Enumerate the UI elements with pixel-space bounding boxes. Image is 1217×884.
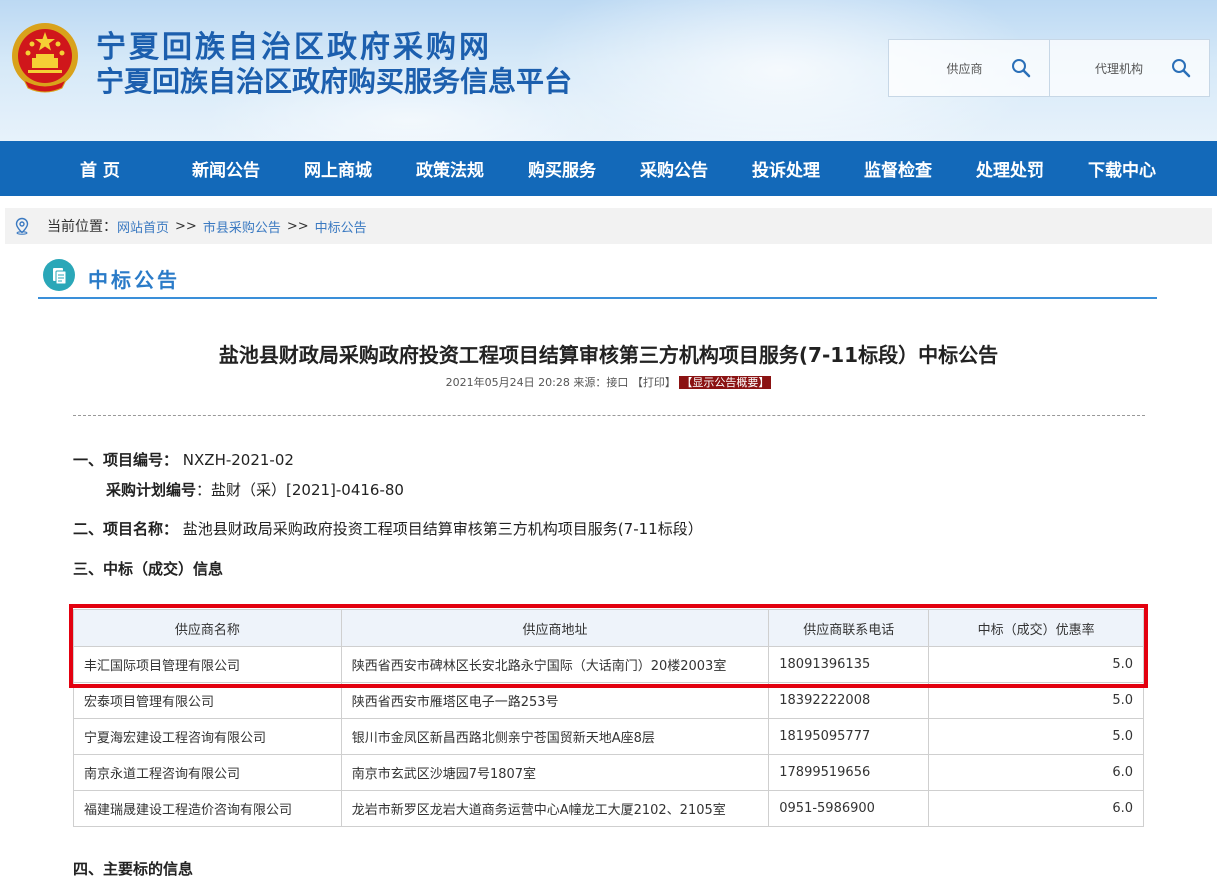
- project-name-label: 二、项目名称：: [73, 520, 179, 538]
- location-pin-icon: [15, 217, 29, 235]
- site-header: 宁夏回族自治区政府采购网 宁夏回族自治区政府购买服务信息平台 供应商 代理机构: [0, 0, 1217, 141]
- doc-date-source: 2021年05月24日 20:28 来源：接口: [445, 376, 629, 389]
- discount-rate-cell: 5.0: [928, 718, 1144, 755]
- plan-number-line: 采购计划编号：盐财（采）[2021]-0416-80: [106, 479, 404, 500]
- supplier-phone-cell: 0951-5986900: [768, 790, 930, 827]
- nav-item-home[interactable]: 首 页: [80, 156, 192, 181]
- table-row: 福建瑞晟建设工程造价咨询有限公司 龙岩市新罗区龙岩大道商务运营中心A幢龙工大厦2…: [73, 790, 1144, 827]
- breadcrumb: 当前位置： 网站首页 >> 市县采购公告 >> 中标公告: [5, 208, 1212, 244]
- supplier-address-cell: 南京市玄武区沙塘园7号1807室: [340, 754, 770, 791]
- nav-item-services[interactable]: 购买服务: [528, 156, 640, 181]
- show-summary-button[interactable]: 【显示公告概要】: [679, 376, 772, 389]
- search-icon[interactable]: [1171, 58, 1191, 78]
- discount-rate-cell: 6.0: [928, 790, 1144, 827]
- supplier-phone-cell: 17899519656: [768, 754, 930, 791]
- page-title: 盐池县财政局采购政府投资工程项目结算审核第三方机构项目服务(7-11标段）中标公…: [218, 343, 999, 367]
- plan-number-value: ：盐财（采）[2021]-0416-80: [196, 481, 404, 499]
- supplier-phone-cell: 18195095777: [768, 718, 930, 755]
- supplier-name-cell: 宁夏海宏建设工程咨询有限公司: [73, 718, 342, 755]
- supplier-address-cell: 银川市金凤区新昌西路北侧亲宁苍国贸新天地A座8层: [340, 718, 770, 755]
- breadcrumb-award-notice-link[interactable]: 中标公告: [315, 217, 367, 236]
- document-icon: [43, 259, 75, 291]
- breadcrumb-home-link[interactable]: 网站首页: [117, 217, 169, 236]
- breadcrumb-county-announcements-link[interactable]: 市县采购公告: [203, 217, 281, 236]
- agency-search[interactable]: 代理机构: [1048, 40, 1210, 96]
- site-subtitle: 宁夏回族自治区政府购买服务信息平台: [96, 65, 573, 98]
- project-name-value: 盐池县财政局采购政府投资工程项目结算审核第三方机构项目服务(7-11标段）: [182, 520, 703, 538]
- nav-item-news[interactable]: 新闻公告: [192, 156, 304, 181]
- section-header: 中标公告: [38, 255, 1157, 299]
- search-box: 供应商 代理机构: [888, 39, 1210, 97]
- print-link[interactable]: 【打印】: [632, 376, 676, 389]
- table-row: 南京永道工程咨询有限公司 南京市玄武区沙塘园7号1807室 1789951965…: [73, 754, 1144, 791]
- main-subject-label: 四、主要标的信息: [73, 860, 194, 878]
- supplier-search-label: 供应商: [946, 61, 983, 76]
- supplier-name-cell: 南京永道工程咨询有限公司: [73, 754, 342, 791]
- divider: [73, 415, 1145, 416]
- award-info-label: 三、中标（成交）信息: [73, 560, 224, 578]
- main-subject-heading: 四、主要标的信息: [73, 858, 193, 879]
- search-icon[interactable]: [1011, 58, 1031, 78]
- nav-item-complaints[interactable]: 投诉处理: [752, 156, 864, 181]
- breadcrumb-prefix: 当前位置：: [47, 219, 117, 235]
- nav-item-downloads[interactable]: 下载中心: [1088, 156, 1200, 181]
- breadcrumb-separator: >>: [175, 218, 197, 234]
- breadcrumb-separator: >>: [286, 218, 309, 234]
- supplier-name-cell: 福建瑞晟建设工程造价咨询有限公司: [73, 790, 342, 827]
- highlight-box: [69, 604, 1148, 688]
- plan-number-label: 采购计划编号: [106, 481, 197, 499]
- discount-rate-cell: 6.0: [928, 754, 1144, 791]
- supplier-address-cell: 龙岩市新罗区龙岩大道商务运营中心A幢龙工大厦2102、2105室: [340, 790, 770, 827]
- nav-item-mall[interactable]: 网上商城: [304, 156, 416, 181]
- nav-item-announcements[interactable]: 采购公告: [640, 156, 752, 181]
- doc-meta: 2021年05月24日 20:28 来源：接口 【打印】 【显示公告概要】: [0, 374, 1217, 390]
- agency-search-label: 代理机构: [1094, 61, 1143, 76]
- project-number-line: 一、项目编号： NXZH-2021-02: [73, 449, 294, 470]
- project-number-label: 一、项目编号：: [73, 451, 179, 469]
- project-number-value: NXZH-2021-02: [182, 451, 294, 469]
- national-emblem-icon: [12, 23, 78, 93]
- nav-item-penalties[interactable]: 处理处罚: [976, 156, 1088, 181]
- award-info-heading: 三、中标（成交）信息: [73, 558, 223, 579]
- nav-item-supervision[interactable]: 监督检查: [864, 156, 976, 181]
- table-row: 宁夏海宏建设工程咨询有限公司 银川市金凤区新昌西路北侧亲宁苍国贸新天地A座8层 …: [73, 718, 1144, 755]
- main-nav: 首 页 新闻公告 网上商城 政策法规 购买服务 采购公告 投诉处理 监督检查 处…: [0, 141, 1217, 196]
- nav-item-policy[interactable]: 政策法规: [416, 156, 528, 181]
- supplier-search[interactable]: 供应商: [889, 40, 1049, 96]
- project-name-line: 二、项目名称： 盐池县财政局采购政府投资工程项目结算审核第三方机构项目服务(7-…: [73, 518, 703, 539]
- section-title: 中标公告: [88, 268, 180, 292]
